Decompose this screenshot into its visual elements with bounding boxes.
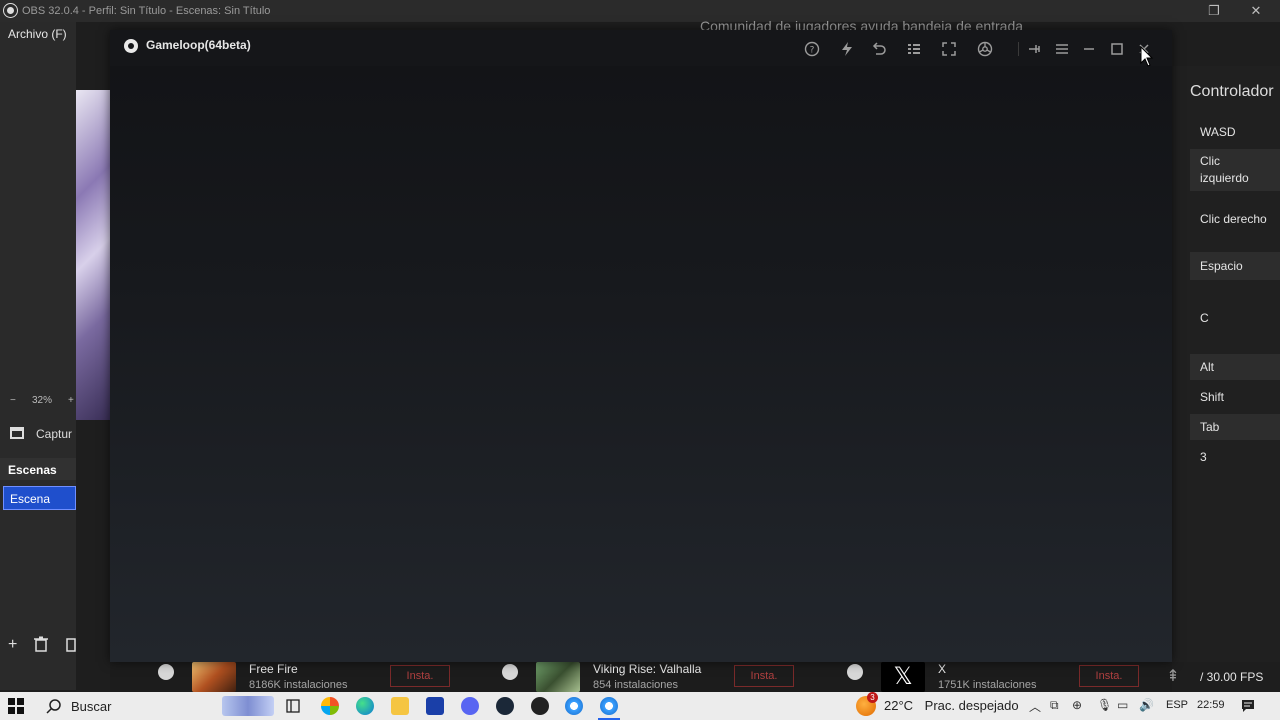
fps-counter: / 30.00 FPS — [1200, 670, 1264, 684]
game-name: X — [938, 662, 947, 676]
zoom-level: 32% — [32, 395, 53, 406]
scroll-top-icon[interactable]: ⇞ — [1160, 664, 1186, 690]
medal-icon — [502, 664, 518, 680]
maximize-icon[interactable] — [1106, 38, 1128, 60]
control-key[interactable]: WASD — [1190, 122, 1280, 142]
chevron-up-icon[interactable]: ︿ — [1029, 698, 1041, 715]
store-icon[interactable] — [426, 697, 444, 715]
close-icon[interactable]: ✕ — [1246, 1, 1266, 21]
game-thumbnail — [536, 662, 580, 692]
source-label: Captur — [36, 427, 73, 441]
control-key[interactable]: 3 — [1190, 448, 1280, 466]
controls-title: Controlador — [1190, 83, 1274, 100]
clock[interactable]: 22:59 — [1197, 699, 1225, 711]
game-recommendations: Free Fire 8186K instalaciones Insta. Vik… — [110, 662, 1172, 692]
meet-icon[interactable]: ⧉ — [1050, 698, 1059, 713]
network-tray-icon[interactable]: ⊕ — [1072, 698, 1082, 712]
minimize-icon[interactable] — [1078, 38, 1100, 60]
weather-badge: 3 — [867, 692, 878, 703]
language-indicator[interactable]: ESP — [1166, 699, 1188, 711]
zoom-control: − 32% + — [0, 394, 76, 410]
fullscreen-icon[interactable] — [938, 38, 960, 60]
undo-icon[interactable] — [868, 38, 890, 60]
task-view-icon[interactable] — [284, 697, 302, 715]
discord-icon[interactable] — [461, 697, 479, 715]
boost-icon[interactable] — [836, 38, 858, 60]
apps-grid-icon[interactable] — [903, 38, 925, 60]
mouse-cursor-icon — [1140, 46, 1154, 67]
medal-icon — [158, 664, 174, 680]
microphone-icon[interactable]: 🎙 — [1097, 698, 1112, 712]
control-key[interactable]: Alt — [1190, 354, 1280, 380]
medal-icon — [847, 664, 863, 680]
obs-taskbar-icon[interactable] — [531, 697, 549, 715]
zoom-out-button[interactable]: − — [10, 395, 16, 406]
edge-browser-icon[interactable] — [356, 697, 374, 715]
taskbar-search[interactable]: Buscar — [36, 694, 276, 718]
controller-icon[interactable] — [974, 38, 996, 60]
game-installs: 8186K instalaciones — [249, 679, 348, 691]
gameloop-window-icon[interactable] — [600, 697, 618, 715]
gameloop-titlebar[interactable]: Gameloop(64beta) ? — [110, 30, 1172, 66]
volume-icon[interactable]: 🔊 — [1139, 698, 1154, 712]
game-installs: 854 instalaciones — [593, 679, 679, 691]
help-icon[interactable]: ? — [801, 38, 823, 60]
gameloop-window[interactable]: Gameloop(64beta) ? — [110, 30, 1172, 662]
file-explorer-icon[interactable] — [391, 697, 409, 715]
pin-icon[interactable] — [1024, 38, 1046, 60]
control-key[interactable]: C — [1190, 308, 1280, 328]
svg-text:?: ? — [810, 46, 815, 56]
steam-icon[interactable] — [496, 697, 514, 715]
control-key[interactable]: Tab — [1190, 414, 1280, 440]
preview-image — [76, 90, 110, 420]
weather-temp: 22°C — [884, 698, 914, 713]
filter-icon[interactable] — [66, 636, 76, 657]
search-icon — [46, 699, 61, 714]
control-key[interactable]: Clic derecho — [1190, 198, 1280, 240]
install-button[interactable]: Insta. — [734, 665, 794, 687]
toolbar-divider — [1018, 42, 1019, 56]
restore-icon[interactable]: ❐ — [1204, 1, 1224, 21]
window-capture-icon — [10, 427, 24, 439]
game-thumbnail — [192, 662, 236, 692]
search-highlight-image — [222, 696, 274, 716]
notifications-icon[interactable] — [1240, 698, 1256, 714]
obs-window-title: OBS 32.0.4 - Perfil: Sin Título - Escena… — [22, 5, 271, 17]
gameloop-title: Gameloop(64beta) — [146, 38, 251, 52]
controls-panel: Controlador WASD Clic izquierdo Clic der… — [1172, 66, 1280, 662]
copilot-icon[interactable] — [321, 697, 339, 715]
game-card[interactable]: Viking Rise: Valhalla 854 instalaciones … — [502, 662, 802, 692]
game-card[interactable]: Free Fire 8186K instalaciones Insta. — [158, 662, 458, 692]
game-name: Viking Rise: Valhalla — [593, 662, 702, 676]
source-item[interactable]: Captur — [0, 422, 76, 446]
game-name: Free Fire — [249, 662, 298, 676]
weather-desc: Prac. despejado — [924, 698, 1019, 713]
scene-tools: + — [0, 636, 76, 656]
zoom-in-button[interactable]: + — [68, 395, 74, 406]
install-button[interactable]: Insta. — [390, 665, 450, 687]
obs-titlebar: OBS 32.0.4 - Perfil: Sin Título - Escena… — [0, 0, 1280, 22]
search-placeholder: Buscar — [71, 699, 112, 714]
weather-text[interactable]: 22°C Prac. despejado — [884, 698, 1019, 713]
control-key[interactable]: Espacio — [1190, 252, 1280, 280]
scenes-header: Escenas — [0, 458, 76, 480]
add-icon[interactable]: + — [8, 636, 17, 654]
file-menu[interactable]: Archivo (F) — [8, 27, 67, 41]
taskbar: Buscar 3 22°C Prac. despejado ︿ ⧉ ⊕ 🎙 ▭ … — [0, 692, 1280, 720]
gameloop-logo-icon — [124, 39, 138, 53]
scene-item[interactable]: Escena — [3, 486, 76, 510]
obs-logo-icon — [4, 4, 17, 17]
gameloop-taskbar-icon[interactable] — [565, 697, 583, 715]
obs-left-panel: Archivo (F) − 32% + Captur Escenas Escen… — [0, 22, 76, 690]
install-button[interactable]: Insta. — [1079, 665, 1139, 687]
game-card[interactable]: 𝕏 X 1751K instalaciones Insta. — [847, 662, 1147, 692]
display-icon[interactable]: ▭ — [1117, 698, 1128, 712]
game-installs: 1751K instalaciones — [938, 679, 1037, 691]
control-key[interactable]: Shift — [1190, 388, 1280, 406]
x-logo-icon: 𝕏 — [881, 662, 925, 692]
windows-start-icon[interactable] — [8, 698, 24, 714]
trash-icon[interactable] — [34, 636, 48, 657]
control-key[interactable]: Clic izquierdo — [1190, 149, 1280, 191]
menu-icon[interactable] — [1051, 38, 1073, 60]
